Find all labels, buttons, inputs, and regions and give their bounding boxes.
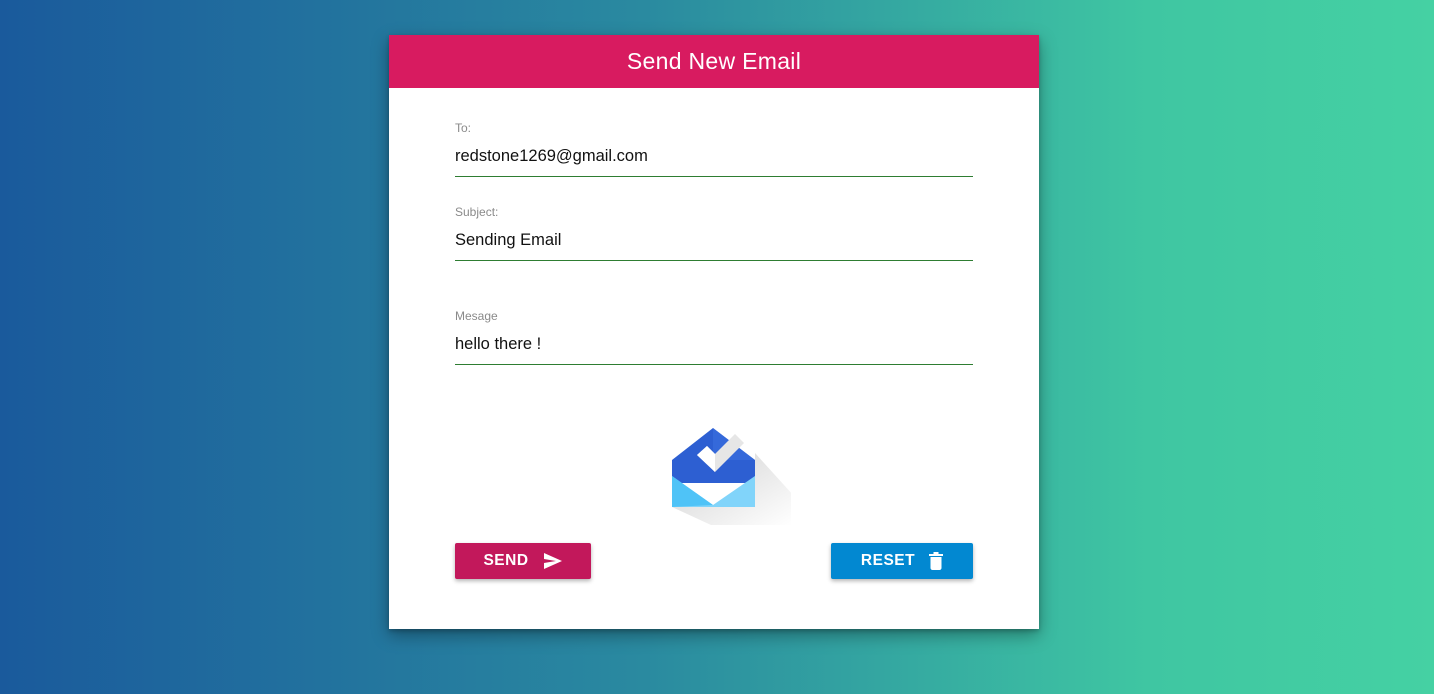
email-form-card: Send New Email To: Subject: Mesage bbox=[389, 35, 1039, 629]
subject-label: Subject: bbox=[455, 205, 499, 219]
to-input[interactable] bbox=[455, 147, 973, 177]
card-header: Send New Email bbox=[389, 35, 1039, 88]
message-label: Mesage bbox=[455, 309, 498, 323]
message-field-group: Mesage bbox=[455, 309, 973, 365]
message-input[interactable] bbox=[455, 335, 973, 365]
reset-button-label: RESET bbox=[860, 552, 916, 569]
page-title: Send New Email bbox=[626, 48, 802, 74]
trash-icon bbox=[929, 552, 944, 570]
subject-field-group: Subject: bbox=[455, 205, 973, 261]
send-button-label: SEND bbox=[483, 552, 529, 569]
inbox-envelope-check-icon bbox=[671, 425, 793, 525]
reset-button[interactable]: RESET bbox=[831, 543, 973, 579]
send-button[interactable]: SEND bbox=[455, 543, 591, 579]
to-field-group: To: bbox=[455, 121, 973, 177]
subject-input[interactable] bbox=[455, 231, 973, 261]
send-icon bbox=[543, 552, 563, 570]
to-label: To: bbox=[455, 121, 472, 135]
